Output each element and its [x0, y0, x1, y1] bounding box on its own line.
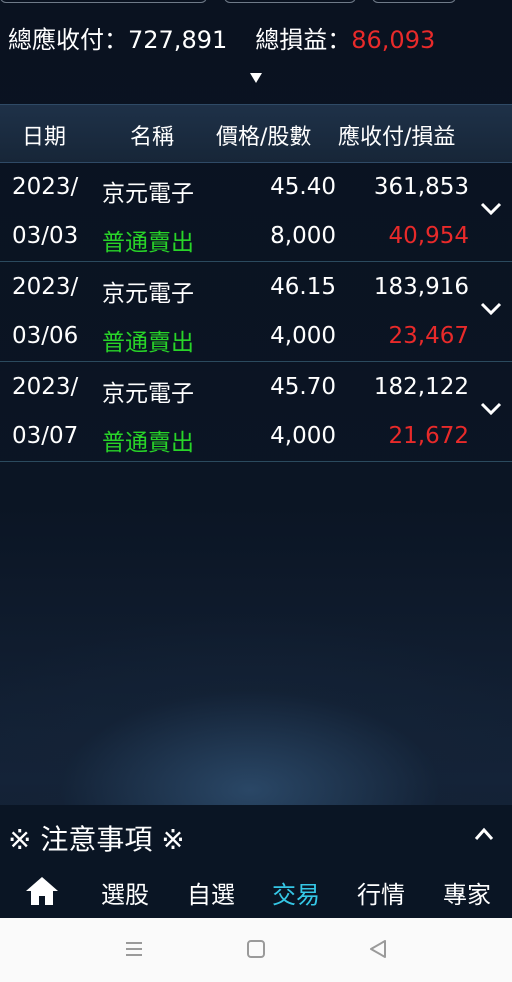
total-receivable-value: 727,891: [128, 26, 228, 54]
row-pnl: 40,954: [388, 223, 469, 249]
nav-item-stock-picker[interactable]: 選股: [101, 875, 149, 910]
header-amount-pnl: 應收付/損益: [338, 125, 456, 150]
row-stock-name: 京元電子: [102, 381, 194, 407]
row-amount: 183,916: [373, 274, 469, 300]
nav-item-watchlist[interactable]: 自選: [187, 875, 235, 910]
row-stock-name: 京元電子: [102, 181, 194, 207]
row-date: 03/03: [12, 223, 79, 249]
row-date: 03/07: [12, 423, 79, 449]
row-stock-name: 京元電子: [102, 281, 194, 307]
summary-bar: 總應收付：727,891 總損益：86,093: [8, 24, 435, 56]
top-tab-3[interactable]: [372, 0, 456, 3]
notice-bar[interactable]: ※ 注意事項 ※: [0, 805, 512, 865]
nav-item-trade[interactable]: 交易: [272, 875, 320, 910]
chevron-up-icon[interactable]: [474, 827, 494, 841]
back-icon[interactable]: [368, 940, 388, 958]
total-pnl-label: 總損益：: [255, 26, 352, 54]
row-date: 03/06: [12, 323, 79, 349]
header-price-shares: 價格/股數: [216, 125, 312, 150]
total-receivable-label: 總應收付：: [8, 26, 128, 54]
row-price: 45.70: [270, 374, 336, 400]
total-pnl-value: 86,093: [351, 26, 436, 54]
row-order-type: 普通賣出: [102, 330, 194, 356]
row-pnl: 23,467: [388, 323, 469, 349]
notice-title: ※ 注意事項 ※: [8, 823, 185, 856]
system-nav-bar: [0, 918, 512, 982]
bottom-nav: 選股 自選 交易 行情 專家: [0, 865, 512, 918]
row-shares: 4,000: [270, 323, 336, 349]
row-price: 46.15: [270, 274, 336, 300]
home-square-icon[interactable]: [246, 940, 266, 958]
home-icon[interactable]: [24, 875, 60, 907]
chevron-down-icon[interactable]: [480, 202, 502, 216]
nav-item-quotes[interactable]: 行情: [357, 875, 405, 910]
row-order-type: 普通賣出: [102, 230, 194, 256]
chevron-down-icon[interactable]: [480, 302, 502, 316]
header-name: 名稱: [130, 125, 175, 150]
row-shares: 8,000: [270, 223, 336, 249]
table-row[interactable]: 2023/ 03/07 京元電子 普通賣出 45.70 4,000 182,12…: [0, 362, 512, 462]
row-year: 2023/: [12, 374, 79, 400]
row-order-type: 普通賣出: [102, 430, 194, 456]
row-year: 2023/: [12, 274, 79, 300]
table-row[interactable]: 2023/ 03/06 京元電子 普通賣出 46.15 4,000 183,91…: [0, 262, 512, 362]
nav-item-experts[interactable]: 專家: [443, 875, 491, 910]
table-row[interactable]: 2023/ 03/03 京元電子 普通賣出 45.40 8,000 361,85…: [0, 162, 512, 262]
top-tab-strip: [0, 0, 512, 4]
row-amount: 182,122: [373, 374, 469, 400]
menu-icon[interactable]: [124, 940, 144, 958]
row-amount: 361,853: [373, 174, 469, 200]
header-date: 日期: [22, 125, 67, 150]
row-year: 2023/: [12, 174, 79, 200]
app-screen: 總應收付：727,891 總損益：86,093 日期 名稱 價格/股數 應收付/損…: [0, 0, 512, 918]
row-price: 45.40: [270, 174, 336, 200]
table-header: 日期 名稱 價格/股數 應收付/損益: [0, 104, 512, 163]
row-shares: 4,000: [270, 423, 336, 449]
row-pnl: 21,672: [388, 423, 469, 449]
collapse-triangle-icon[interactable]: [249, 72, 263, 84]
chevron-down-icon[interactable]: [480, 402, 502, 416]
top-tab-1[interactable]: [0, 0, 207, 3]
top-tab-2[interactable]: [224, 0, 356, 3]
